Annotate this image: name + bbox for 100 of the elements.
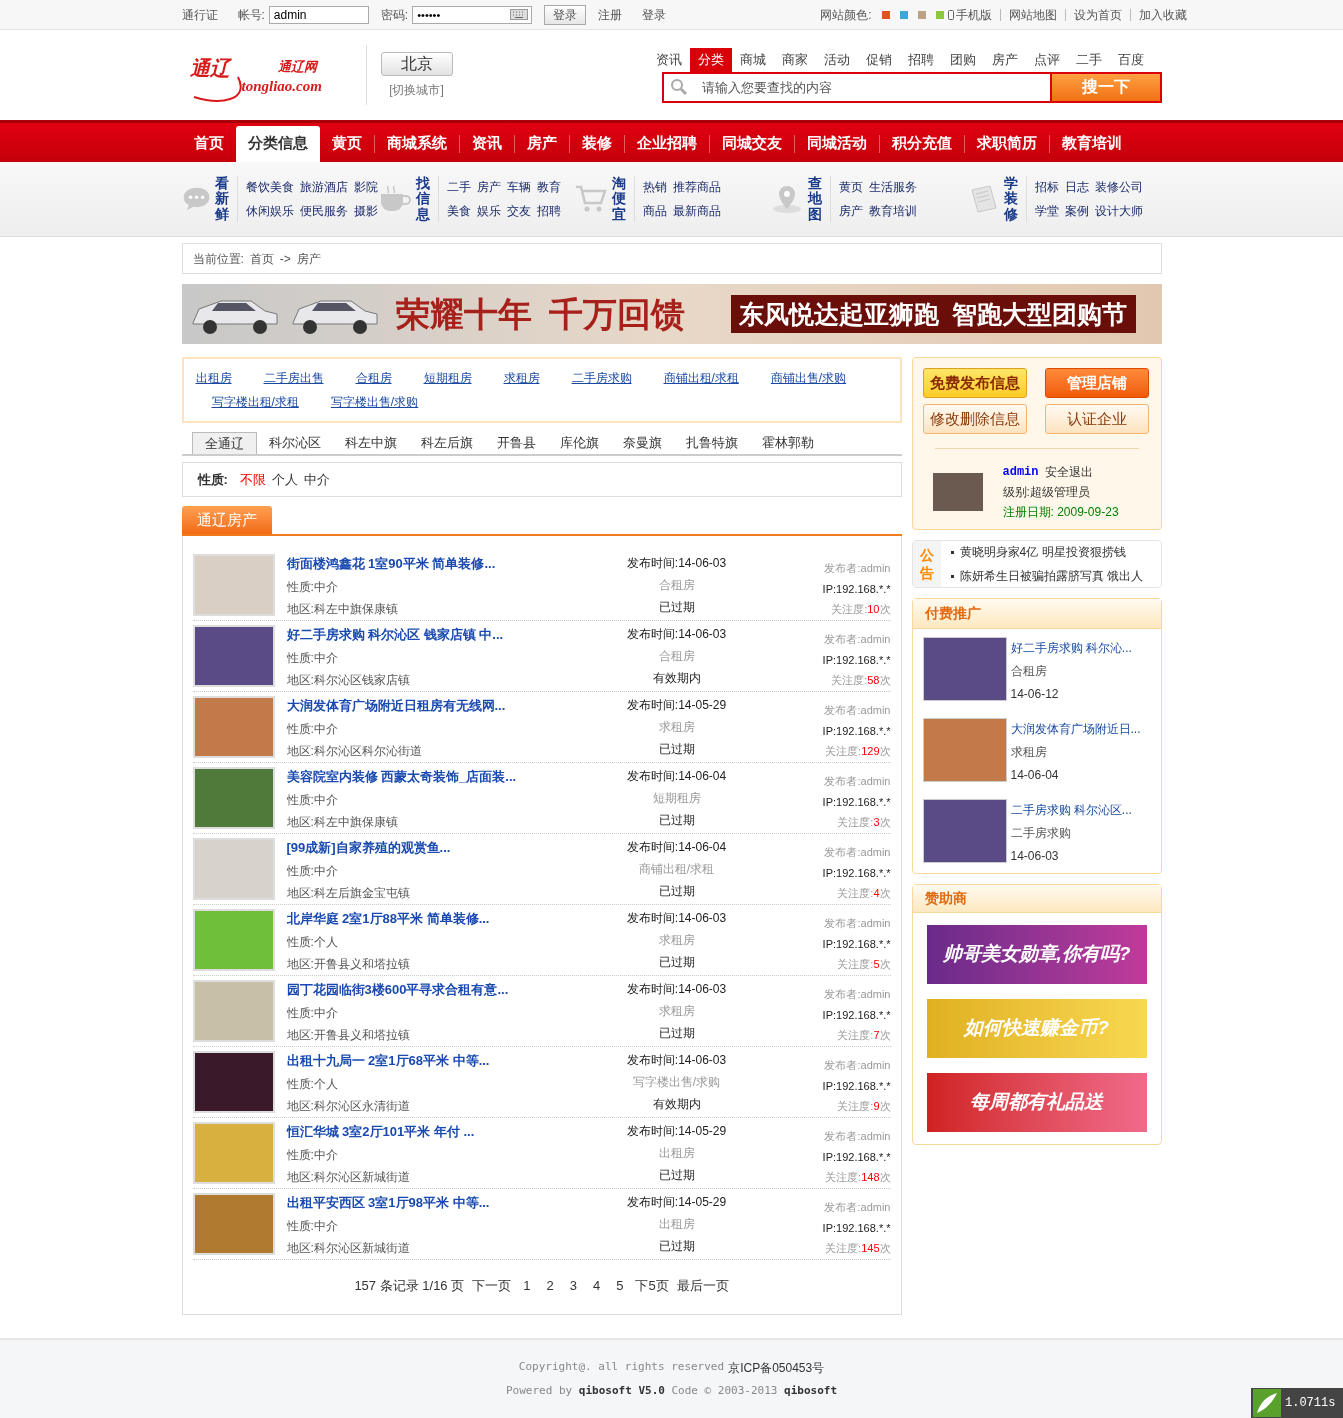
sub-nav-link[interactable]: 推荐商品 xyxy=(672,178,721,196)
region-tab[interactable]: 科左后旗 xyxy=(408,432,485,454)
region-tab[interactable]: 科左中旗 xyxy=(332,432,409,454)
breadcrumb-link[interactable]: 房产 xyxy=(296,249,321,268)
user-name[interactable]: admin xyxy=(1002,463,1039,481)
search-tab[interactable]: 资讯 xyxy=(647,47,690,72)
search-tab[interactable]: 招聘 xyxy=(899,47,942,72)
listing-title[interactable]: 好二手房求购 科尔沁区 钱家店镇 中... xyxy=(286,625,607,645)
top-link[interactable]: 网站地图 xyxy=(1008,5,1057,24)
nav-item[interactable]: 房产 xyxy=(514,126,569,162)
listing-title[interactable]: 北岸华庭 2室1厅88平米 简单装修... xyxy=(286,909,607,929)
search-tab[interactable]: 分类 xyxy=(689,47,732,72)
color-swatch[interactable] xyxy=(881,10,890,19)
register-link[interactable]: 注册 xyxy=(598,5,623,24)
listing-title[interactable]: 出租平安西区 3室1厅98平米 中等... xyxy=(286,1193,607,1213)
listing-title[interactable]: 街面楼鸿鑫花 1室90平米 简单装修... xyxy=(286,554,607,574)
nav-item[interactable]: 企业招聘 xyxy=(624,126,709,162)
top-link[interactable]: 手机版 xyxy=(955,5,992,24)
sub-nav-link[interactable]: 教育培训 xyxy=(868,202,917,220)
sponsor-ad[interactable]: 每周都有礼品送 xyxy=(926,1073,1147,1132)
category-link[interactable]: 二手房求购 xyxy=(571,369,632,387)
nav-item[interactable]: 黄页 xyxy=(319,126,374,162)
sub-nav-link[interactable]: 摄影 xyxy=(353,202,378,220)
last-page-link[interactable]: 最后一页 xyxy=(676,1276,729,1296)
sub-nav-link[interactable]: 教育 xyxy=(536,178,561,196)
search-tab[interactable]: 促销 xyxy=(857,47,900,72)
sub-nav-link[interactable]: 餐饮美食 xyxy=(245,178,294,196)
color-swatch[interactable] xyxy=(899,10,908,19)
color-swatch[interactable] xyxy=(935,10,944,19)
nav-item[interactable]: 装修 xyxy=(569,126,624,162)
sub-nav-link[interactable]: 车辆 xyxy=(506,178,531,196)
sub-nav-link[interactable]: 生活服务 xyxy=(868,178,917,196)
page-link[interactable]: 3 xyxy=(565,1276,581,1296)
sub-nav-link[interactable]: 房产 xyxy=(838,202,863,220)
sub-nav-link[interactable]: 日志 xyxy=(1064,178,1089,196)
login-button[interactable]: 登录 xyxy=(544,4,587,25)
search-tab[interactable]: 百度 xyxy=(1109,47,1152,72)
sub-nav-link[interactable]: 便民服务 xyxy=(299,202,348,220)
search-field[interactable]: 请输入您要查找的内容 xyxy=(661,71,1050,103)
password-field[interactable]: •••••• xyxy=(412,5,533,24)
next-five-link[interactable]: 下5页 xyxy=(635,1276,669,1296)
page-link[interactable]: 1 xyxy=(519,1276,535,1296)
sponsor-ad[interactable]: 帅哥美女勋章,你有吗? xyxy=(926,925,1147,984)
sub-nav-link[interactable]: 二手 xyxy=(446,178,471,196)
site-logo[interactable]: 通辽 通辽网 tongliao.com xyxy=(189,47,350,103)
region-tab[interactable]: 科尔沁区 xyxy=(256,432,333,454)
search-tab[interactable]: 商城 xyxy=(731,47,774,72)
nav-item[interactable]: 教育培训 xyxy=(1049,126,1134,162)
switch-city-link[interactable]: [切换城市] xyxy=(389,80,444,99)
page-link[interactable]: 5 xyxy=(612,1276,628,1296)
category-link[interactable]: 商铺出售/求购 xyxy=(770,369,847,387)
sidebar-button[interactable]: 认证企业 xyxy=(1044,404,1149,434)
filter-option[interactable]: 个人 xyxy=(271,469,298,490)
listing-title[interactable]: [99成新]自家养殖的观赏鱼... xyxy=(286,838,607,858)
search-tab[interactable]: 点评 xyxy=(1025,47,1068,72)
color-swatch[interactable] xyxy=(917,10,926,19)
sub-nav-link[interactable]: 热销 xyxy=(642,178,667,196)
nav-item[interactable]: 同城活动 xyxy=(794,126,879,162)
notice-item[interactable]: 陈妍希生日被骗拍露脐写真 饿出人 xyxy=(959,567,1143,585)
listing-title[interactable]: 恒汇华城 3室2厅101平米 年付 ... xyxy=(286,1122,607,1142)
nav-item[interactable]: 积分充值 xyxy=(879,126,964,162)
region-tab[interactable]: 开鲁县 xyxy=(484,432,548,454)
search-tab[interactable]: 商家 xyxy=(773,47,816,72)
search-tab[interactable]: 团购 xyxy=(941,47,984,72)
ad-banner[interactable]: 荣耀十年 千万回馈 东风悦达起亚狮跑 智跑大型团购节 xyxy=(181,284,1162,344)
category-link[interactable]: 商铺出租/求租 xyxy=(663,369,739,387)
next-page-link[interactable]: 下一页 xyxy=(472,1276,512,1296)
region-tab[interactable]: 奈曼旗 xyxy=(610,432,674,454)
sub-nav-link[interactable]: 招聘 xyxy=(536,202,561,220)
top-link[interactable]: 设为首页 xyxy=(1073,5,1122,24)
page-link[interactable]: 4 xyxy=(588,1276,605,1296)
nav-item[interactable]: 分类信息 xyxy=(235,126,320,162)
listing-title[interactable]: 美容院室内装修 西蒙太奇装饰_店面装... xyxy=(286,767,607,787)
sidebar-button[interactable]: 免费发布信息 xyxy=(922,368,1027,398)
sidebar-button[interactable]: 修改删除信息 xyxy=(922,404,1027,434)
promotion-title[interactable]: 二手房求购 科尔沁区... xyxy=(1010,801,1132,819)
sub-nav-link[interactable]: 黄页 xyxy=(838,178,863,196)
sub-nav-link[interactable]: 娱乐 xyxy=(476,202,501,220)
search-tab[interactable]: 二手 xyxy=(1067,47,1110,72)
category-link[interactable]: 求租房 xyxy=(503,369,540,387)
category-link[interactable]: 二手房出售 xyxy=(263,369,324,387)
promotion-title[interactable]: 好二手房求购 科尔沁... xyxy=(1010,639,1132,657)
listing-title[interactable]: 出租十九局一 2室1厅68平米 中等... xyxy=(286,1051,607,1071)
nav-item[interactable]: 求职简历 xyxy=(964,126,1049,162)
sub-nav-link[interactable]: 房产 xyxy=(476,178,501,196)
region-tab[interactable]: 库伦旗 xyxy=(547,432,611,454)
logout-link[interactable]: 安全退出 xyxy=(1044,463,1093,481)
region-tab[interactable]: 全通辽 xyxy=(191,432,257,454)
sub-nav-link[interactable]: 装修公司 xyxy=(1094,178,1143,196)
nav-item[interactable]: 首页 xyxy=(181,126,236,162)
sub-nav-link[interactable]: 设计大师 xyxy=(1094,202,1143,220)
listing-title[interactable]: 园丁花园临街3楼600平寻求合租有意... xyxy=(286,980,607,1000)
nav-item[interactable]: 同城交友 xyxy=(709,126,794,162)
region-tab[interactable]: 霍林郭勒 xyxy=(749,432,826,454)
filter-option[interactable]: 中介 xyxy=(303,469,330,490)
sub-nav-link[interactable]: 商品 xyxy=(642,202,667,220)
sub-nav-link[interactable]: 休闲娱乐 xyxy=(245,202,294,220)
sub-nav-link[interactable]: 招标 xyxy=(1034,178,1059,196)
sub-nav-link[interactable]: 美食 xyxy=(446,202,471,220)
sub-nav-link[interactable]: 影院 xyxy=(353,178,378,196)
